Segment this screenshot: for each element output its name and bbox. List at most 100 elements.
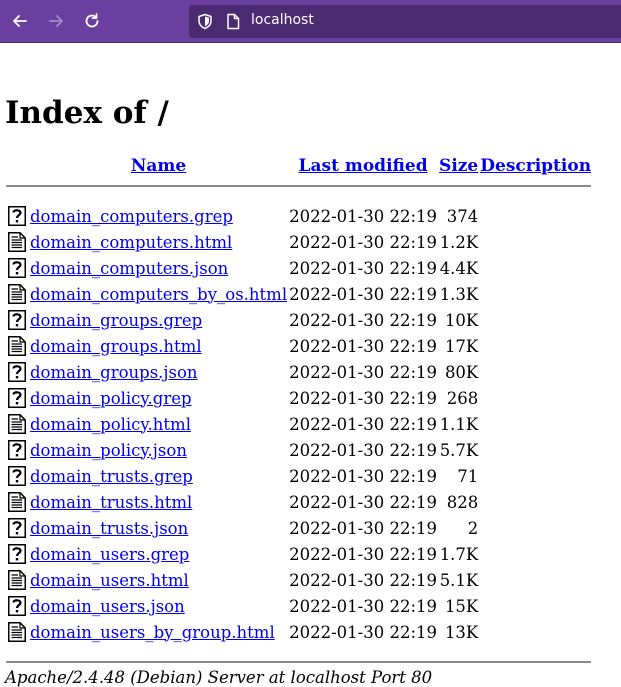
sort-by-modified-link[interactable]: Last modified [299, 156, 428, 176]
file-name-cell: domain_users_by_group.html [30, 619, 287, 645]
file-modified-cell: 2022-01-30 22:19 [289, 232, 438, 252]
file-icon-cell [6, 385, 28, 411]
file-link[interactable]: domain_users.grep [30, 545, 189, 564]
table-row: domain_trusts.json 2022-01-30 22:19 2 [6, 515, 591, 541]
size-column-header: Size [439, 153, 478, 179]
file-name-cell: domain_computers_by_os.html [30, 281, 287, 307]
table-row: domain_groups.html 2022-01-30 22:19 17K [6, 333, 591, 359]
forward-button[interactable] [45, 10, 67, 32]
file-description-cell [480, 255, 591, 281]
address-bar[interactable]: localhost [189, 5, 621, 38]
reload-button[interactable] [81, 10, 103, 32]
file-link[interactable]: domain_trusts.html [30, 493, 192, 512]
file-modified-cell: 2022-01-30 22:19 [289, 362, 438, 382]
horizontal-rule [6, 184, 592, 188]
file-description-cell [480, 463, 591, 489]
file-description-cell [480, 593, 591, 619]
file-size-cell: 5.1K [439, 570, 479, 590]
file-icon-cell [6, 463, 28, 489]
unknown-file-icon [6, 440, 28, 460]
file-link[interactable]: domain_computers.json [30, 259, 228, 278]
file-link[interactable]: domain_trusts.grep [30, 467, 193, 486]
page-title: Index of / [5, 95, 169, 131]
file-description-cell [480, 489, 591, 515]
table-row: domain_users.json 2022-01-30 22:19 15K [6, 593, 591, 619]
file-modified-cell: 2022-01-30 22:19 [289, 414, 438, 434]
shield-icon[interactable] [197, 13, 213, 30]
file-link[interactable]: domain_trusts.json [30, 519, 188, 538]
file-size-cell: 10K [444, 310, 479, 330]
file-link[interactable]: domain_groups.grep [30, 311, 202, 330]
url-text[interactable]: localhost [251, 12, 314, 28]
file-size-cell: 17K [444, 336, 479, 356]
file-size-cell: 1.2K [439, 232, 479, 252]
sort-by-description-link[interactable]: Description [480, 156, 591, 176]
file-icon-cell [6, 593, 28, 619]
table-row: domain_users.grep 2022-01-30 22:19 1.7K [6, 541, 591, 567]
file-size-cell: 2 [467, 518, 479, 538]
file-name-cell: domain_groups.json [30, 359, 287, 385]
text-file-icon [6, 336, 28, 356]
file-name-cell: domain_users.grep [30, 541, 287, 567]
file-description-cell [480, 515, 591, 541]
file-name-cell: domain_computers.grep [30, 203, 287, 229]
file-link[interactable]: domain_computers_by_os.html [30, 285, 287, 304]
file-size-cell: 5.7K [439, 440, 479, 460]
file-link[interactable]: domain_groups.html [30, 337, 202, 356]
file-size-cell: 15K [444, 596, 479, 616]
file-listing-table: Name Last modified Size Description doma… [4, 153, 593, 669]
file-size-cell: 1.7K [439, 544, 479, 564]
file-modified-cell: 2022-01-30 22:19 [289, 596, 438, 616]
file-modified-cell: 2022-01-30 22:19 [289, 518, 438, 538]
name-column-header: Name [30, 153, 287, 179]
file-link[interactable]: domain_policy.grep [30, 389, 192, 408]
sort-by-size-link[interactable]: Size [439, 156, 478, 176]
file-modified-cell: 2022-01-30 22:19 [289, 570, 438, 590]
page-info-icon[interactable] [226, 13, 240, 30]
unknown-file-icon [6, 388, 28, 408]
table-row: domain_computers.grep 2022-01-30 22:19 374 [6, 203, 591, 229]
file-description-cell [480, 385, 591, 411]
file-size-cell: 374 [446, 206, 479, 226]
table-row: domain_policy.json 2022-01-30 22:19 5.7K [6, 437, 591, 463]
file-link[interactable]: domain_groups.json [30, 363, 198, 382]
file-link[interactable]: domain_policy.json [30, 441, 187, 460]
file-size-cell: 1.1K [439, 414, 479, 434]
file-modified-cell: 2022-01-30 22:19 [289, 440, 438, 460]
file-name-cell: domain_policy.html [30, 411, 287, 437]
text-file-icon [6, 232, 28, 252]
file-link[interactable]: domain_computers.grep [30, 207, 233, 226]
file-link[interactable]: domain_users.html [30, 571, 189, 590]
text-file-icon [6, 284, 28, 304]
file-description-cell [480, 619, 591, 645]
arrow-left-icon [13, 15, 27, 27]
file-description-cell [480, 229, 591, 255]
sort-by-name-link[interactable]: Name [131, 156, 186, 176]
file-size-cell: 1.3K [439, 284, 479, 304]
file-modified-cell: 2022-01-30 22:19 [289, 310, 438, 330]
file-link[interactable]: domain_policy.html [30, 415, 191, 434]
file-size-cell: 71 [457, 466, 479, 486]
file-link[interactable]: domain_users.json [30, 597, 185, 616]
file-icon-cell [6, 411, 28, 437]
file-modified-cell: 2022-01-30 22:19 [289, 284, 438, 304]
table-row: domain_users_by_group.html 2022-01-30 22:… [6, 619, 591, 645]
table-row: domain_computers.json 2022-01-30 22:19 4.4… [6, 255, 591, 281]
file-name-cell: domain_groups.html [30, 333, 287, 359]
file-link[interactable]: domain_computers.html [30, 233, 232, 252]
unknown-file-icon [6, 466, 28, 486]
browser-toolbar: localhost [0, 0, 621, 43]
file-size-cell: 13K [444, 622, 479, 642]
unknown-file-icon [6, 544, 28, 564]
footer-separator-row [6, 655, 592, 669]
file-icon-cell [6, 515, 28, 541]
file-icon-cell [6, 437, 28, 463]
file-link[interactable]: domain_users_by_group.html [30, 623, 275, 642]
file-icon-cell [6, 541, 28, 567]
unknown-file-icon [6, 206, 28, 226]
file-description-cell [480, 333, 591, 359]
file-icon-cell [6, 567, 28, 593]
file-description-cell [480, 541, 591, 567]
file-description-cell [480, 437, 591, 463]
back-button[interactable] [9, 10, 31, 32]
